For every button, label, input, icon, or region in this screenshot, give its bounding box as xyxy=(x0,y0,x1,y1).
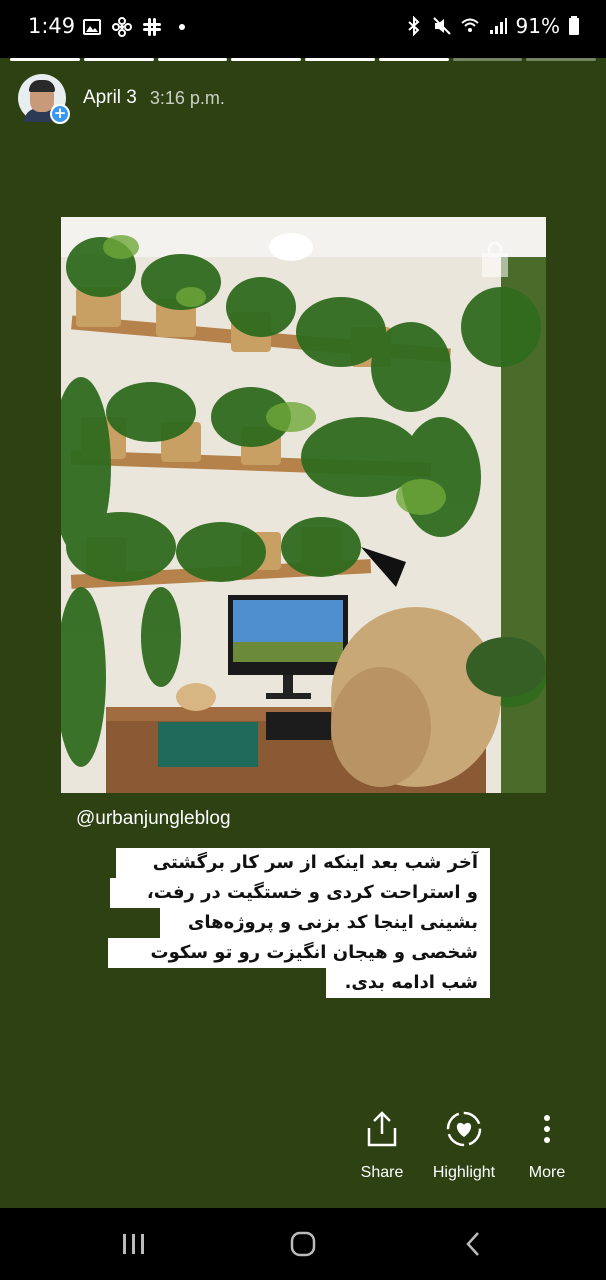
post-handle[interactable]: @urbanjungleblog xyxy=(76,808,231,830)
highlight-icon xyxy=(446,1111,482,1147)
plant-wall-image xyxy=(61,217,546,793)
slack-icon xyxy=(143,18,161,36)
more-button[interactable]: More xyxy=(502,1106,592,1182)
share-button[interactable]: Share xyxy=(337,1106,427,1182)
progress-segment xyxy=(157,58,228,61)
story-progress xyxy=(10,58,596,62)
avatar[interactable]: + xyxy=(18,74,70,124)
progress-segment xyxy=(83,58,154,61)
story-photo xyxy=(61,217,546,793)
share-icon xyxy=(367,1111,397,1147)
progress-segment xyxy=(10,58,80,61)
home-icon xyxy=(290,1231,316,1257)
battery-percent: 91% xyxy=(515,14,560,38)
more-icon xyxy=(544,1115,550,1143)
recent-apps-icon xyxy=(123,1234,144,1254)
system-nav-bar xyxy=(0,1208,606,1280)
story-date: April 3 xyxy=(83,87,137,108)
status-bar: 1:49 91% xyxy=(0,0,606,58)
share-label: Share xyxy=(360,1164,404,1181)
wifi-icon xyxy=(460,18,479,32)
progress-segment xyxy=(378,58,449,61)
caption-line: شخصی و هیجان انگیزت رو تو سکوت xyxy=(108,938,490,968)
highlight-button[interactable]: Highlight xyxy=(419,1106,509,1182)
battery-icon xyxy=(569,16,579,35)
highlight-label: Highlight xyxy=(432,1164,496,1181)
image-icon xyxy=(83,19,101,35)
add-story-icon[interactable]: + xyxy=(50,104,70,124)
recent-apps-button[interactable] xyxy=(114,1228,154,1260)
story-actions: Share Highlight More xyxy=(0,1106,606,1196)
shopping-bag-icon[interactable] xyxy=(476,241,514,281)
bluetooth-icon xyxy=(407,16,420,36)
pinwheel-icon xyxy=(112,17,132,37)
mute-icon xyxy=(432,17,451,35)
status-left-icons xyxy=(82,17,192,37)
dot-icon xyxy=(179,24,185,30)
status-time: 1:49 xyxy=(28,14,76,38)
caption-line: آخر شب بعد اینکه از سر کار برگشتی xyxy=(116,848,490,878)
caption-line: بشینی اینجا کد بزنی و پروژه‌های xyxy=(160,908,490,938)
signal-icon xyxy=(489,18,507,34)
progress-segment xyxy=(231,58,301,61)
back-button[interactable] xyxy=(453,1228,493,1260)
home-button[interactable] xyxy=(283,1228,323,1260)
caption-line: شب ادامه بدی. xyxy=(326,968,490,998)
caption-line: و استراحت کردی و خستگیت در رفت، xyxy=(110,878,490,908)
back-icon xyxy=(466,1232,479,1256)
progress-segment xyxy=(452,58,523,61)
progress-segment xyxy=(526,58,596,61)
story-time: 3:16 p.m. xyxy=(149,87,225,108)
progress-segment xyxy=(305,58,375,61)
status-right-icons: 91% xyxy=(404,14,580,38)
story-header: + April 3 3:16 p.m. xyxy=(18,74,225,124)
more-label: More xyxy=(528,1164,566,1181)
